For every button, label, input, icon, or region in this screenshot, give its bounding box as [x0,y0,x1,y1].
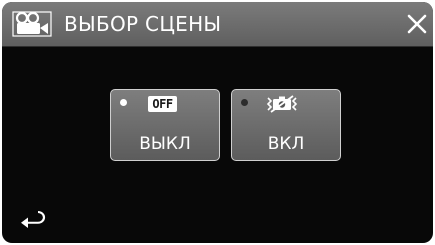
option-off-label: ВЫКЛ [139,134,191,154]
close-icon[interactable] [406,13,428,35]
shake-reduction-icon [266,95,298,113]
unselected-indicator [241,99,248,106]
option-off-button[interactable]: OFF ВЫКЛ [110,89,220,161]
option-on-label: ВКЛ [267,134,305,154]
off-icon: OFF [148,96,177,112]
scene-select-screen: ВЫБОР СЦЕНЫ OFF ВЫКЛ ВКЛ [2,2,433,243]
page-title: ВЫБОР СЦЕНЫ [64,12,222,36]
back-arrow-icon[interactable] [18,208,48,230]
video-camera-icon [12,11,52,37]
selected-indicator [120,99,127,106]
option-on-button[interactable]: ВКЛ [231,89,341,161]
header-bar: ВЫБОР СЦЕНЫ [2,2,433,47]
